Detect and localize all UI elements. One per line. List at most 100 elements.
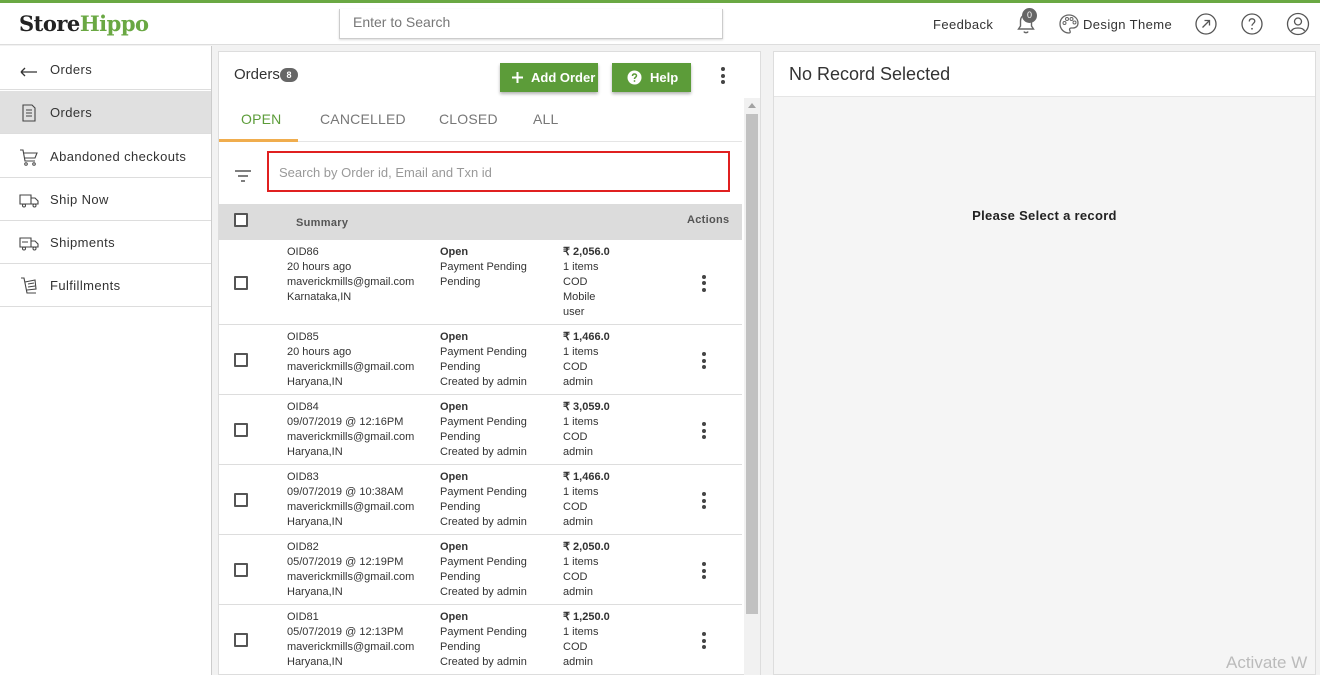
order-row[interactable]: OID81 05/07/2019 @ 12:13PM maverickmills@g…	[219, 605, 742, 675]
cart-icon	[20, 149, 38, 166]
help-button[interactable]: Help	[612, 63, 691, 92]
external-link-icon[interactable]	[1194, 12, 1218, 36]
filter-icon[interactable]	[234, 169, 252, 183]
add-order-button[interactable]: Add Order	[500, 63, 598, 92]
row-checkbox[interactable]	[234, 423, 248, 437]
row-actions-menu-icon[interactable]	[702, 274, 706, 295]
order-amount-line: COD	[563, 361, 588, 373]
order-status: Open Payment Pending Pending Created by adm…	[440, 610, 527, 670]
order-info-line: Haryana,IN	[287, 586, 343, 598]
order-info-line: 20 hours ago	[287, 261, 352, 273]
order-row[interactable]: OID86 20 hours ago maverickmills@gmail.com…	[219, 240, 742, 325]
tab-cancelled[interactable]: CANCELLED	[320, 111, 406, 127]
order-amount: ₹ 1,466.0 1 items COD admin	[563, 330, 610, 390]
sidebar-item-orders[interactable]: Orders	[0, 91, 211, 134]
order-info-line: OID86	[287, 246, 319, 258]
order-status-line: Payment Pending	[440, 556, 527, 568]
order-info-line: maverickmills@gmail.com	[287, 501, 415, 513]
plus-icon	[512, 72, 523, 83]
order-info: OID84 09/07/2019 @ 12:16PM maverickmills@g…	[287, 400, 414, 460]
notification-badge: 0	[1022, 8, 1037, 23]
orders-count-badge: 8	[280, 68, 298, 82]
feedback-link[interactable]: Feedback	[933, 17, 993, 32]
order-status-line: Created by admin	[440, 656, 527, 668]
detail-panel: No Record Selected Please Select a recor…	[773, 51, 1316, 675]
row-checkbox[interactable]	[234, 275, 248, 290]
palette-icon[interactable]	[1057, 12, 1081, 36]
order-status: Open Payment Pending Pending Created by adm…	[440, 330, 527, 390]
order-search-input[interactable]	[279, 165, 718, 180]
orders-title: Orders	[234, 66, 280, 83]
order-status-line: Payment Pending	[440, 626, 527, 638]
order-tabs: OPEN CANCELLED CLOSED ALL	[219, 98, 742, 142]
empty-state-message: Please Select a record	[972, 208, 1117, 223]
sidebar: Orders Orders Abandoned checkouts Ship N…	[0, 46, 212, 675]
row-actions-menu-icon[interactable]	[702, 492, 706, 512]
order-row[interactable]: OID84 09/07/2019 @ 12:16PM maverickmills@g…	[219, 395, 742, 465]
orders-panel: Orders 8 Add Order Help OPEN CANCELLED C…	[218, 51, 761, 675]
scrollbar-thumb[interactable]	[746, 114, 758, 614]
row-checkbox[interactable]	[234, 493, 248, 507]
order-amount-line: admin	[563, 656, 593, 668]
help-icon[interactable]	[1240, 12, 1264, 36]
order-amount-line: Mobile	[563, 291, 596, 303]
global-search-input[interactable]	[353, 14, 709, 30]
order-status-line: Created by admin	[440, 586, 527, 598]
storehippo-logo[interactable]: StoreHippo	[19, 11, 149, 36]
order-amount-line: ₹ 2,050.0	[563, 541, 610, 553]
order-amount-line: 1 items	[563, 626, 599, 638]
row-checkbox[interactable]	[234, 353, 248, 367]
sidebar-back-orders[interactable]: Orders	[0, 50, 211, 90]
order-amount-line: admin	[563, 376, 593, 388]
sidebar-item-abandoned-checkouts[interactable]: Abandoned checkouts	[0, 135, 211, 178]
order-status-line: Pending	[440, 276, 481, 288]
order-info-line: 09/07/2019 @ 10:38AM	[287, 486, 404, 498]
row-actions-menu-icon[interactable]	[702, 632, 706, 652]
order-status-line: Open	[440, 331, 469, 343]
order-amount-line: admin	[563, 586, 593, 598]
order-info-line: Haryana,IN	[287, 516, 343, 528]
order-amount-line: 1 items	[563, 486, 599, 498]
tab-closed[interactable]: CLOSED	[439, 111, 498, 127]
order-status-line: Open	[440, 246, 469, 258]
order-amount-line: ₹ 2,056.0	[563, 246, 610, 258]
orders-table-header: Summary Actions	[219, 204, 742, 240]
row-checkbox[interactable]	[234, 633, 248, 647]
order-info-line: maverickmills@gmail.com	[287, 276, 415, 288]
order-info: OID83 09/07/2019 @ 10:38AM maverickmills@g…	[287, 470, 414, 530]
order-info-line: Haryana,IN	[287, 656, 343, 668]
order-info: OID82 05/07/2019 @ 12:19PM maverickmills@g…	[287, 540, 414, 600]
order-row[interactable]: OID85 20 hours ago maverickmills@gmail.com…	[219, 325, 742, 395]
sidebar-item-fulfillments[interactable]: Fulfillments	[0, 264, 211, 307]
order-info: OID86 20 hours ago maverickmills@gmail.com…	[287, 245, 414, 305]
tab-open[interactable]: OPEN	[241, 111, 281, 127]
order-amount-line: COD	[563, 276, 588, 288]
order-status-line: Pending	[440, 571, 481, 583]
order-amount-line: ₹ 1,466.0	[563, 471, 610, 483]
row-checkbox[interactable]	[234, 563, 248, 577]
sidebar-item-shipments[interactable]: Shipments	[0, 221, 211, 264]
order-row[interactable]: OID83 09/07/2019 @ 10:38AM maverickmills@g…	[219, 465, 742, 535]
order-amount-line: 1 items	[563, 261, 599, 273]
order-info-line: Haryana,IN	[287, 376, 343, 388]
row-actions-menu-icon[interactable]	[702, 352, 706, 372]
order-status-line: Payment Pending	[440, 261, 527, 273]
row-actions-menu-icon[interactable]	[702, 422, 706, 442]
select-all-checkbox[interactable]	[234, 213, 248, 227]
sidebar-item-ship-now[interactable]: Ship Now	[0, 178, 211, 221]
order-info-line: OID83	[287, 471, 319, 483]
order-status-line: Created by admin	[440, 446, 527, 458]
order-info-line: maverickmills@gmail.com	[287, 431, 415, 443]
order-status: Open Payment Pending Pending Created by adm…	[440, 540, 527, 600]
active-tab-indicator	[219, 139, 298, 142]
order-info-line: OID81	[287, 611, 319, 623]
user-icon[interactable]	[1286, 12, 1310, 36]
help-circle-icon	[627, 70, 642, 85]
tab-all[interactable]: ALL	[533, 111, 559, 127]
scroll-up-arrow-icon[interactable]	[748, 103, 756, 108]
order-info: OID85 20 hours ago maverickmills@gmail.com…	[287, 330, 414, 390]
orders-more-menu-icon[interactable]	[721, 67, 725, 87]
row-actions-menu-icon[interactable]	[702, 562, 706, 582]
order-row[interactable]: OID82 05/07/2019 @ 12:19PM maverickmills@g…	[219, 535, 742, 605]
design-theme-link[interactable]: Design Theme	[1083, 17, 1172, 32]
